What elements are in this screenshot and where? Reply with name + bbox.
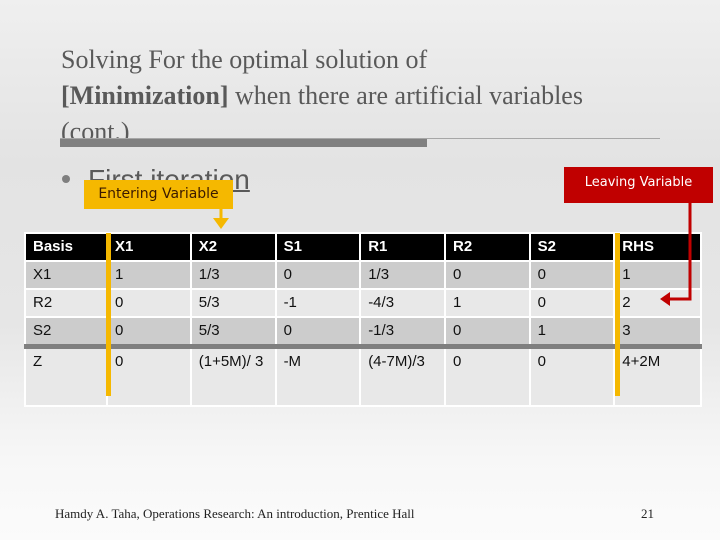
table-cell: 5/3 (189, 288, 277, 318)
table-cell: 1/3 (359, 260, 446, 290)
table-cell: 0 (528, 344, 616, 407)
header-cell: X1 (106, 232, 192, 262)
title-line-2: [Minimization] when there are artificial… (61, 78, 681, 114)
leaving-variable-callout: Leaving Variable (564, 167, 713, 203)
table-cell: 1 (613, 260, 702, 290)
table-cell: 0 (274, 316, 362, 348)
table-cell: (4-7M)/3 (359, 344, 446, 407)
table-cell: 0 (106, 344, 192, 407)
table-cell: -4/3 (359, 288, 446, 318)
slide-title: Solving For the optimal solution of [Min… (61, 42, 681, 150)
citation-footer: Hamdy A. Taha, Operations Research: An i… (55, 506, 415, 521)
table-cell: 0 (106, 288, 192, 318)
page-number: 21 (641, 506, 654, 521)
table-cell: (1+5M)/ 3 (189, 344, 277, 407)
table-cell: S2 (23, 316, 109, 348)
title-rule-thick (60, 139, 427, 147)
header-cell: R2 (443, 232, 531, 262)
table-cell: 4+2M (613, 344, 702, 407)
table-header-row: Basis X1 X2 S1 R1 R2 S2 RHS (23, 232, 702, 262)
table-cell: 0 (274, 260, 362, 290)
table-cell: 5/3 (189, 316, 277, 348)
header-cell: R1 (359, 232, 446, 262)
simplex-tableau: Basis X1 X2 S1 R1 R2 S2 RHS X1 1 1/3 0 1… (23, 232, 702, 407)
table-cell: 0 (528, 260, 616, 290)
table-cell: 3 (613, 316, 702, 348)
table-cell: 1 (106, 260, 192, 290)
table-cell: -M (274, 344, 362, 407)
title-rest: when there are artificial variables (228, 81, 583, 110)
basis-divider-highlight (106, 233, 111, 396)
bullet-dot-icon (62, 174, 70, 183)
table-cell: Z (23, 344, 109, 407)
header-cell: RHS (613, 232, 702, 262)
entering-arrow-icon (213, 209, 229, 229)
table-row: S2 0 5/3 0 -1/3 0 1 3 (23, 316, 702, 348)
table-cell: 0 (528, 288, 616, 318)
table-cell: 0 (106, 316, 192, 348)
table-cell: 2 (613, 288, 702, 318)
table-cell: 0 (443, 260, 531, 290)
header-cell: S1 (274, 232, 362, 262)
header-cell: Basis (23, 232, 109, 262)
table-cell: 1 (443, 288, 531, 318)
table-row: X1 1 1/3 0 1/3 0 0 1 (23, 260, 702, 290)
table-cell: -1/3 (359, 316, 446, 348)
table-cell: X1 (23, 260, 109, 290)
entering-variable-callout: Entering Variable (84, 180, 233, 209)
header-cell: S2 (528, 232, 616, 262)
table-cell: 1/3 (189, 260, 277, 290)
table-cell: 0 (443, 316, 531, 348)
rhs-divider-highlight (615, 233, 620, 396)
table-cell: R2 (23, 288, 109, 318)
table-cell: -1 (274, 288, 362, 318)
title-line-1: Solving For the optimal solution of (61, 45, 428, 74)
table-cell: 0 (443, 344, 531, 407)
title-bold: [Minimization] (61, 81, 229, 110)
table-cell: 1 (528, 316, 616, 348)
header-cell: X2 (189, 232, 277, 262)
table-row: R2 0 5/3 -1 -4/3 1 0 2 (23, 288, 702, 318)
table-row-objective: Z 0 (1+5M)/ 3 -M (4-7M)/3 0 0 4+2M (23, 344, 702, 407)
